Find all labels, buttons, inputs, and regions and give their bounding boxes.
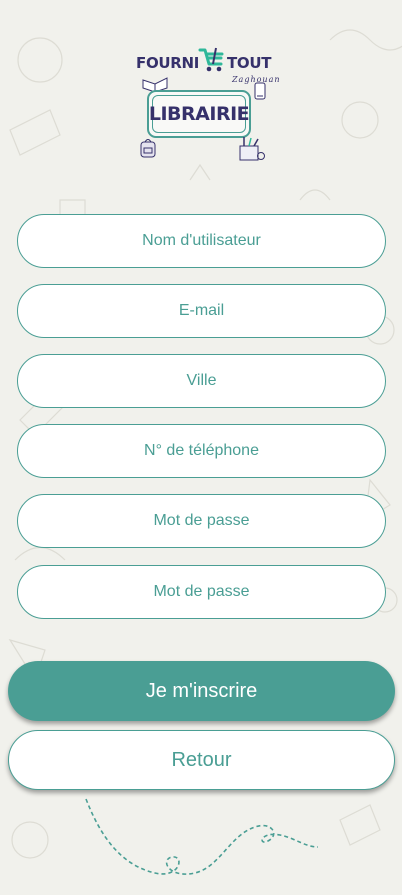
register-button-label: Je m'inscrire bbox=[145, 679, 258, 702]
sign-label: LIBRAIRIE bbox=[148, 103, 250, 125]
email-input[interactable] bbox=[17, 284, 386, 338]
brand-name-right: TOUT bbox=[227, 54, 272, 72]
brand-row: FOURNI TOUT Zaghouan bbox=[136, 44, 280, 92]
back-button[interactable]: Retour bbox=[8, 730, 395, 790]
back-button-label: Retour bbox=[171, 748, 232, 771]
username-input[interactable] bbox=[17, 214, 386, 268]
brand-name-left: FOURNI bbox=[136, 54, 200, 72]
phone-input[interactable] bbox=[17, 424, 386, 478]
school-supplies-icon bbox=[239, 137, 265, 161]
confirm-password-input[interactable] bbox=[17, 565, 386, 619]
password-input[interactable] bbox=[17, 494, 386, 548]
dashed-trail-decoration bbox=[85, 798, 319, 875]
librairie-sign: LIBRAIRIE bbox=[147, 90, 251, 138]
register-button[interactable]: Je m'inscrire bbox=[8, 661, 395, 721]
school-bag-icon bbox=[140, 139, 156, 158]
shopping-cart-icon bbox=[198, 47, 224, 72]
city-input[interactable] bbox=[17, 354, 386, 408]
phone-icon bbox=[254, 82, 266, 100]
app-logo: FOURNI TOUT Zaghouan LIBRAIRIE bbox=[126, 40, 280, 164]
